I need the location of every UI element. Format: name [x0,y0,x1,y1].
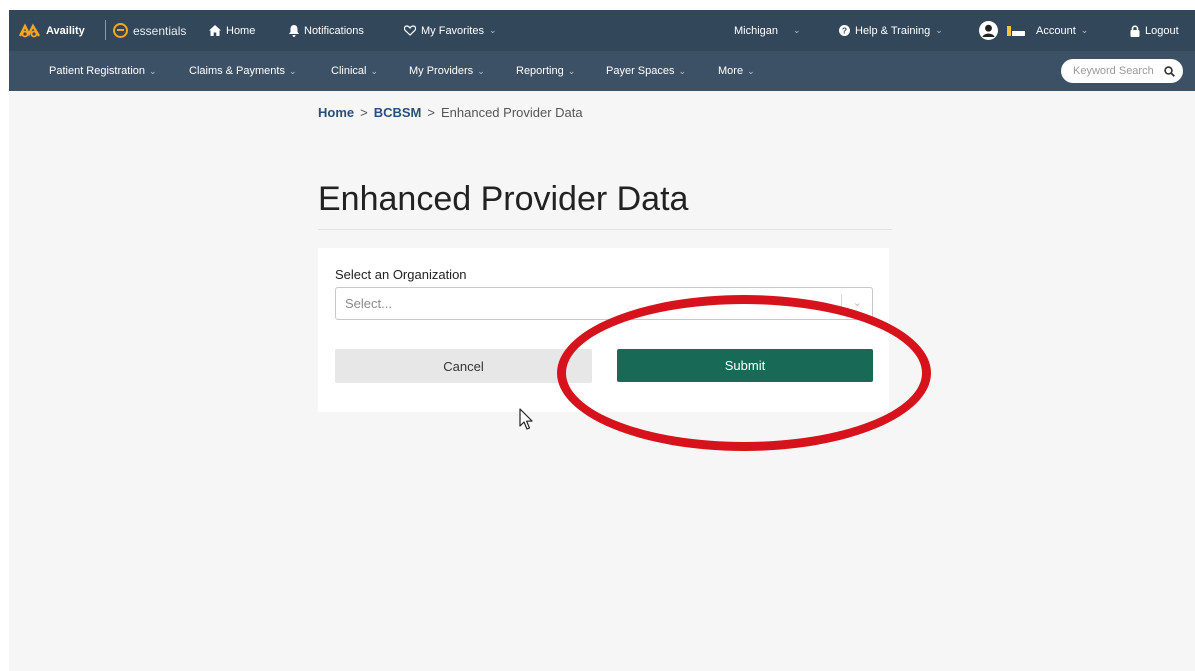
availity-logo-icon [19,22,41,37]
nav-item-more[interactable]: More ⌄ [718,51,755,91]
help-label: Help & Training [855,24,931,37]
favorites-label: My Favorites [421,24,484,37]
chevron-down-icon: ⌄ [747,65,755,76]
chevron-down-icon: ⌄ [678,65,687,76]
nav-item-my-providers[interactable]: My Providers ⌄ [409,51,485,91]
chevron-down-icon: ⌄ [370,65,379,76]
account-menu[interactable]: Account ⌄ [979,10,1088,51]
nav-item-reporting[interactable]: Reporting ⌄ [516,51,575,91]
nav-item-label: Reporting [516,65,564,77]
state-label: Michigan [734,24,779,37]
logout-link[interactable]: Logout [1130,10,1179,51]
app-frame: Availity essentials Home Notifications M… [9,10,1195,671]
avatar-icon [979,21,998,40]
page-title: Enhanced Provider Data [318,180,689,218]
bell-icon [289,24,299,37]
lock-icon [1130,24,1140,37]
essentials-label: essentials [133,23,187,38]
chevron-down-icon: ⌄ [488,25,497,35]
help-menu[interactable]: ? Help & Training ⌄ [839,10,943,51]
chevron-down-icon: ⌄ [793,25,801,35]
essentials-icon [113,23,128,38]
nav-item-label: Patient Registration [49,65,145,77]
chevron-down-icon: ⌄ [477,65,485,76]
heart-icon [404,25,416,36]
state-selector[interactable]: Michigan ⌄ [734,10,801,51]
nav-item-label: Payer Spaces [606,65,675,77]
org-logo-icon [1007,25,1025,36]
chevron-down-icon: ⌄ [935,25,943,35]
submit-button[interactable]: Submit [617,349,873,382]
organization-label: Select an Organization [335,267,467,282]
notifications-label: Notifications [304,24,364,37]
logout-label: Logout [1145,24,1179,37]
brand-divider [105,20,106,40]
chevron-down-icon[interactable]: ⌄ [853,296,862,309]
keyword-search-input[interactable]: Keyword Search [1061,59,1183,83]
chevron-down-icon: ⌄ [288,65,297,76]
notifications-link[interactable]: Notifications [289,10,364,51]
search-icon[interactable] [1164,65,1175,77]
nav-item-clinical[interactable]: Clinical ⌄ [331,51,378,91]
nav-item-claims-payments[interactable]: Claims & Payments ⌄ [189,51,297,91]
nav-item-payer-spaces[interactable]: Payer Spaces ⌄ [606,51,686,91]
home-icon [209,25,221,36]
nav-item-label: Clinical [331,65,367,77]
breadcrumb-home[interactable]: Home [318,105,354,120]
nav-item-label: My Providers [409,65,474,77]
breadcrumb: Home > BCBSM > Enhanced Provider Data [318,105,583,120]
breadcrumb-payer[interactable]: BCBSM [374,105,422,120]
cursor-icon [519,408,533,430]
account-label: Account [1036,24,1076,37]
home-link[interactable]: Home [209,10,255,51]
organization-select[interactable]: Select... ⌄ [335,287,873,320]
organization-select-placeholder: Select... [345,296,392,311]
nav-item-label: Claims & Payments [189,65,285,77]
nav-item-patient-registration[interactable]: Patient Registration ⌄ [49,51,157,91]
nav-item-label: More [718,65,744,77]
select-separator [841,294,842,314]
essentials-brand[interactable]: essentials [113,10,186,51]
help-icon: ? [839,25,850,36]
chevron-down-icon: ⌄ [149,65,157,76]
home-label: Home [226,24,256,37]
keyword-search-placeholder: Keyword Search [1073,65,1154,77]
top-bar: Availity essentials Home Notifications M… [9,10,1195,51]
organization-form-card: Select an Organization Select... ⌄ Cance… [318,248,889,412]
availity-brand[interactable]: Availity [19,10,85,51]
breadcrumb-separator: > [427,105,435,120]
cancel-button[interactable]: Cancel [335,349,592,383]
chevron-down-icon: ⌄ [1080,25,1089,35]
favorites-menu[interactable]: My Favorites ⌄ [404,10,497,51]
breadcrumb-separator: > [360,105,368,120]
brand-label: Availity [46,24,85,37]
title-divider [318,229,892,230]
main-nav: Patient Registration ⌄ Claims & Payments… [9,51,1195,91]
breadcrumb-current: Enhanced Provider Data [440,105,583,120]
chevron-down-icon: ⌄ [567,65,576,76]
svg-text:?: ? [842,26,847,36]
